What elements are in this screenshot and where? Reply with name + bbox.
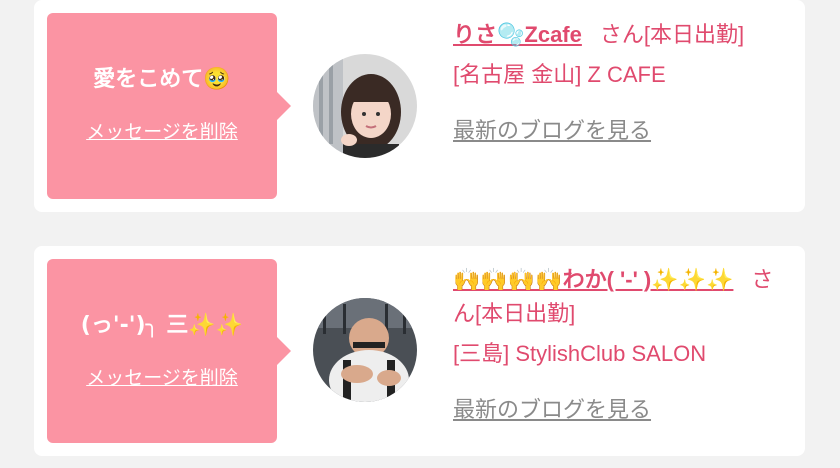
cast-location: [名古屋 金山] Z CAFE xyxy=(453,62,666,87)
delete-message-link[interactable]: メッセージを削除 xyxy=(47,117,277,144)
message-card: (っ'-')╮ 三✨✨ メッセージを削除 🙌🙌🙌🙌わか( '-' )✨✨✨ さん[… xyxy=(34,246,805,456)
message-card: 愛をこめて🥹 メッセージを削除 りさ🫧Zcafe さん[本日出勤] [名古屋 金山… xyxy=(34,0,805,212)
avatar[interactable] xyxy=(313,54,417,158)
cast-location: [三島] StylishClub SALON xyxy=(453,341,707,366)
avatar[interactable] xyxy=(313,298,417,402)
message-bubble: 愛をこめて🥹 メッセージを削除 xyxy=(47,13,291,199)
latest-blog-link[interactable]: 最新のブログを見る xyxy=(453,114,793,148)
message-text: (っ'-')╮ 三✨✨ xyxy=(80,313,244,338)
cast-name-link[interactable]: 🙌🙌🙌🙌わか( '-' )✨✨✨ xyxy=(453,267,733,292)
cast-info: 🙌🙌🙌🙌わか( '-' )✨✨✨ さん[本日出勤] [三島] StylishClu… xyxy=(453,263,793,427)
message-bubble: (っ'-')╮ 三✨✨ メッセージを削除 xyxy=(47,259,291,443)
message-text: 愛をこめて🥹 xyxy=(93,67,231,92)
cast-name-link[interactable]: りさ🫧Zcafe xyxy=(453,22,582,47)
latest-blog-link[interactable]: 最新のブログを見る xyxy=(453,393,793,427)
delete-message-link[interactable]: メッセージを削除 xyxy=(47,363,277,390)
cast-info: りさ🫧Zcafe さん[本日出勤] [名古屋 金山] Z CAFE 最新のブログを… xyxy=(453,18,793,148)
cast-status: さん[本日出勤] xyxy=(599,22,745,47)
